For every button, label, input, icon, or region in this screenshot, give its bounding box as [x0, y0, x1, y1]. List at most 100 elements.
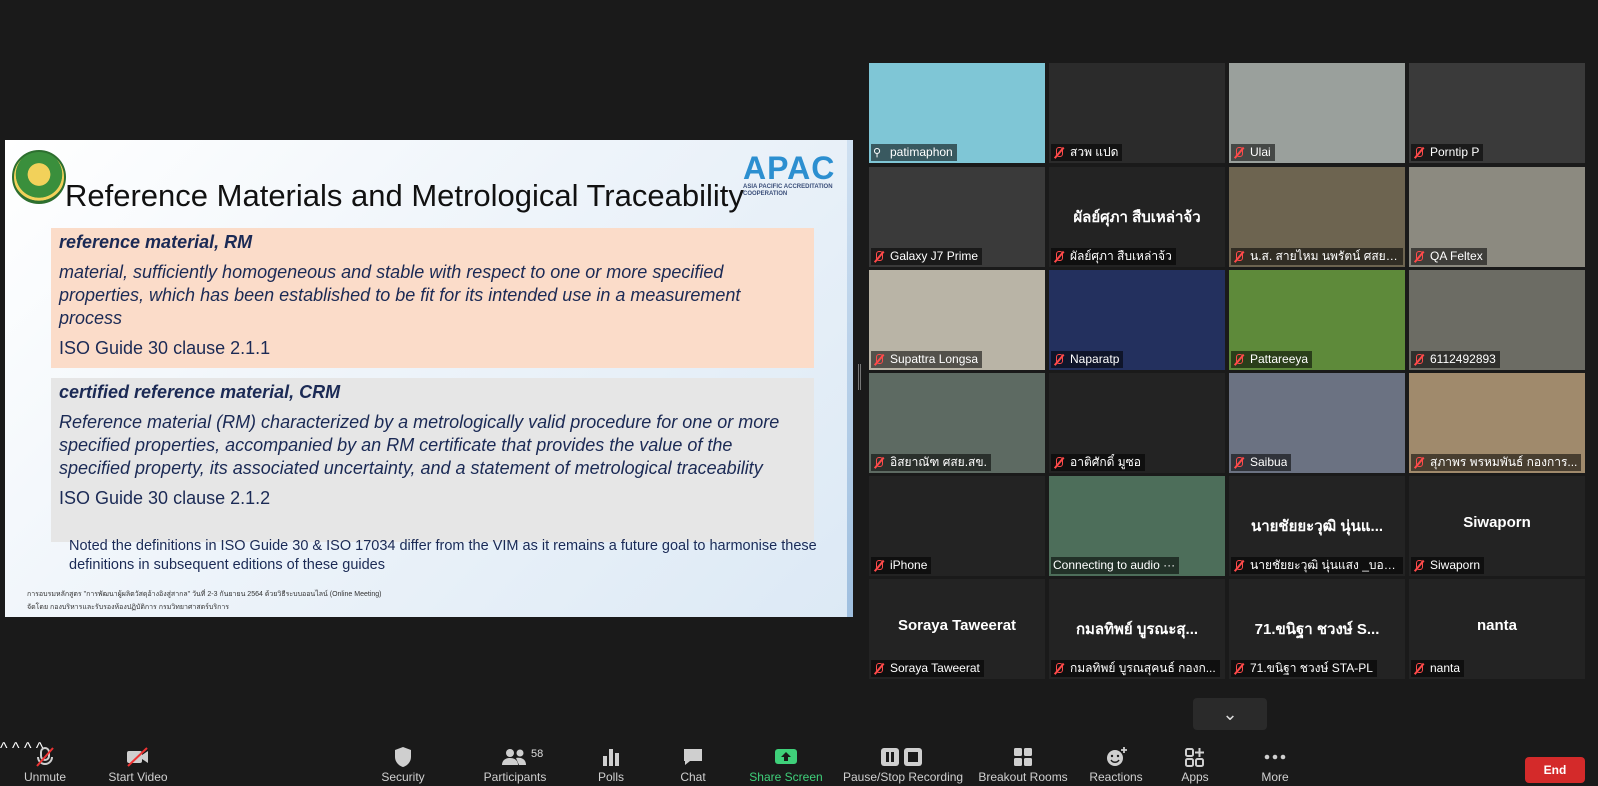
crm-term: certified reference material, CRM [59, 382, 341, 402]
chat-bubble-icon [673, 746, 713, 768]
participant-name-label: Porntip P [1411, 144, 1484, 161]
participant-name: Soraya Taweerat [890, 661, 980, 675]
apac-logo-subtitle: ASIA PACIFIC ACCREDITATION COOPERATION [743, 184, 833, 197]
participant-name: Connecting to audio ··· [1053, 558, 1176, 572]
breakout-rooms-grid-icon [976, 746, 1070, 768]
apac-logo: APAC ASIA PACIFIC ACCREDITATION COOPERAT… [743, 152, 843, 198]
bar-chart-icon [591, 746, 631, 768]
pause-stop-recording-label: Pause/Stop Recording [843, 770, 964, 784]
participant-name: Pattareeya [1250, 352, 1309, 366]
participant-tile[interactable]: Ulai [1229, 63, 1405, 163]
participant-name-label: Siwaporn [1411, 557, 1485, 574]
meeting-toolbar: Unmute ^ Start Video ^ Security 58 Parti… [0, 740, 1598, 786]
participant-tile[interactable]: ⚲ patimaphon [869, 63, 1045, 163]
participant-tile[interactable]: Supattra Longsa [869, 270, 1045, 370]
start-video-button[interactable]: Start Video [103, 746, 173, 784]
more-dots-icon [1255, 746, 1295, 768]
participant-name: สุภาพร พรหมพันธ์ กองการ... [1430, 455, 1578, 469]
more-label: More [1261, 770, 1289, 784]
apps-button[interactable]: Apps [1175, 746, 1215, 784]
reactions-button[interactable]: Reactions [1085, 746, 1147, 784]
participant-tile[interactable]: Saibua [1229, 373, 1405, 473]
slide-footer-line-2: จัดโดย กองบริหารและรับรองห้องปฏิบัติการ … [27, 604, 230, 611]
participant-tile[interactable]: Siwaporn Siwaporn [1409, 476, 1585, 576]
polls-button[interactable]: Polls [591, 746, 631, 784]
participant-tile[interactable]: สุภาพร พรหมพันธ์ กองการ... [1409, 373, 1585, 473]
participant-name-label: 6112492893 [1411, 351, 1500, 368]
participant-tile[interactable]: nanta nanta [1409, 579, 1585, 679]
polls-label: Polls [597, 770, 624, 784]
participant-tile[interactable]: 6112492893 [1409, 270, 1585, 370]
chat-label: Chat [680, 770, 706, 784]
share-screen-button[interactable]: Share Screen [744, 746, 828, 784]
start-video-label: Start Video [108, 770, 168, 784]
participant-name: Saibua [1250, 455, 1288, 469]
participant-name: 71.ขนิฐา ชวงษ์ STA-PL [1250, 661, 1373, 675]
participant-name: สวพ แปด [1070, 145, 1119, 159]
end-meeting-button[interactable]: End [1525, 757, 1585, 783]
participant-display-name: 71.ขนิฐา ชวงษ์ S... [1254, 621, 1380, 638]
more-button[interactable]: More [1255, 746, 1295, 784]
participant-display-name: ผัลย์ศุภา สืบเหล่าจ้ว [1073, 209, 1201, 226]
participant-name: นายชัยยะวุฒิ นุ่นแสง _บอย_S... [1250, 558, 1399, 572]
pause-stop-icon [843, 746, 961, 768]
participant-tile[interactable]: Connecting to audio ··· [1049, 476, 1225, 576]
participant-name-label: 71.ขนิฐา ชวงษ์ STA-PL [1231, 660, 1377, 677]
gallery-next-page-button[interactable]: ⌄ [1193, 698, 1267, 730]
participant-name: ผัลย์ศุภา สืบเหล่าจ้ว [1070, 249, 1172, 263]
participant-name: Porntip P [1430, 145, 1480, 159]
shared-screen-slide: APAC ASIA PACIFIC ACCREDITATION COOPERAT… [5, 140, 853, 617]
participant-tile[interactable]: ผัลย์ศุภา สืบเหล่าจ้วผัลย์ศุภา สืบเหล่าจ… [1049, 167, 1225, 267]
participant-name-label: Galaxy J7 Prime [871, 248, 983, 265]
participant-tile[interactable]: Soraya Taweerat Soraya Taweerat [869, 579, 1045, 679]
muted-microphone-icon [1413, 559, 1425, 572]
participant-tile[interactable]: อาติศักดิ์ มูซอ [1049, 373, 1225, 473]
unmute-button[interactable]: Unmute [16, 746, 74, 784]
participant-tile[interactable]: สวพ แปด [1049, 63, 1225, 163]
participants-button[interactable]: 58 Participants [478, 746, 552, 784]
participant-name-label: ⚲ patimaphon [871, 144, 957, 161]
muted-microphone-icon [1413, 250, 1425, 263]
muted-microphone-icon [873, 559, 885, 572]
muted-microphone-icon [1053, 456, 1065, 469]
muted-microphone-icon [1053, 353, 1065, 366]
participant-name-label: น.ส. สายไหม นพรัตน์ ศสย.สข. [1231, 248, 1403, 265]
participant-tile[interactable]: นายชัยยะวุฒิ นุ่นแ... นายชัยยะวุฒิ นุ่นแส… [1229, 476, 1405, 576]
participant-name-label: Connecting to audio ··· [1051, 557, 1180, 574]
muted-microphone-icon [1233, 662, 1245, 675]
participant-name: Galaxy J7 Prime [890, 249, 979, 263]
shield-icon [378, 746, 428, 768]
participant-name: Ulai [1250, 145, 1271, 159]
participant-display-name: นายชัยยะวุฒิ นุ่นแ... [1250, 518, 1384, 535]
muted-microphone-icon [1413, 456, 1425, 469]
participant-tile[interactable]: 71.ขนิฐา ชวงษ์ S... 71.ขนิฐา ชวงษ์ STA-PL [1229, 579, 1405, 679]
participant-tile[interactable]: กมลทิพย์ บูรณะสุ... กมลทิพย์ บูรณสุคนธ์ ก… [1049, 579, 1225, 679]
participant-name: อิสยาณัฑ ศสย.สข. [890, 455, 987, 469]
muted-microphone-icon [1413, 146, 1425, 159]
audio-options-chevron-up-icon[interactable]: ^ [0, 740, 8, 757]
muted-microphone-icon [873, 250, 885, 263]
slide-footer: การอบรมหลักสูตร "การพัฒนาผู้ผลิตวัสดุอ้า… [27, 588, 381, 614]
participant-tile[interactable]: น.ส. สายไหม นพรัตน์ ศสย.สข. [1229, 167, 1405, 267]
breakout-rooms-label: Breakout Rooms [978, 770, 1068, 784]
participant-name-label: QA Feltex [1411, 248, 1487, 265]
participant-tile[interactable]: Naparatp [1049, 270, 1225, 370]
breakout-rooms-button[interactable]: Breakout Rooms [976, 746, 1070, 784]
pause-stop-recording-button[interactable]: Pause/Stop Recording [843, 746, 964, 784]
muted-microphone-icon [1233, 559, 1245, 572]
split-resize-handle[interactable] [858, 364, 861, 390]
participant-name-label: ผัลย์ศุภา สืบเหล่าจ้ว [1051, 248, 1176, 265]
participant-tile[interactable]: Porntip P [1409, 63, 1585, 163]
participant-name-label: สุภาพร พรหมพันธ์ กองการ... [1411, 454, 1582, 471]
chat-button[interactable]: Chat [673, 746, 713, 784]
participant-tile[interactable]: อิสยาณัฑ ศสย.สข. [869, 373, 1045, 473]
share-screen-label: Share Screen [749, 770, 823, 784]
slide-footer-line-1: การอบรมหลักสูตร "การพัฒนาผู้ผลิตวัสดุอ้า… [27, 591, 382, 598]
participant-tile[interactable]: QA Feltex [1409, 167, 1585, 267]
crm-definition-box: certified reference material, CRM Refere… [51, 378, 814, 542]
security-button[interactable]: Security [378, 746, 428, 784]
participant-tile[interactable]: Galaxy J7 Prime [869, 167, 1045, 267]
muted-microphone-icon [1053, 662, 1065, 675]
participant-tile[interactable]: Pattareeya [1229, 270, 1405, 370]
participant-tile[interactable]: iPhone [869, 476, 1045, 576]
